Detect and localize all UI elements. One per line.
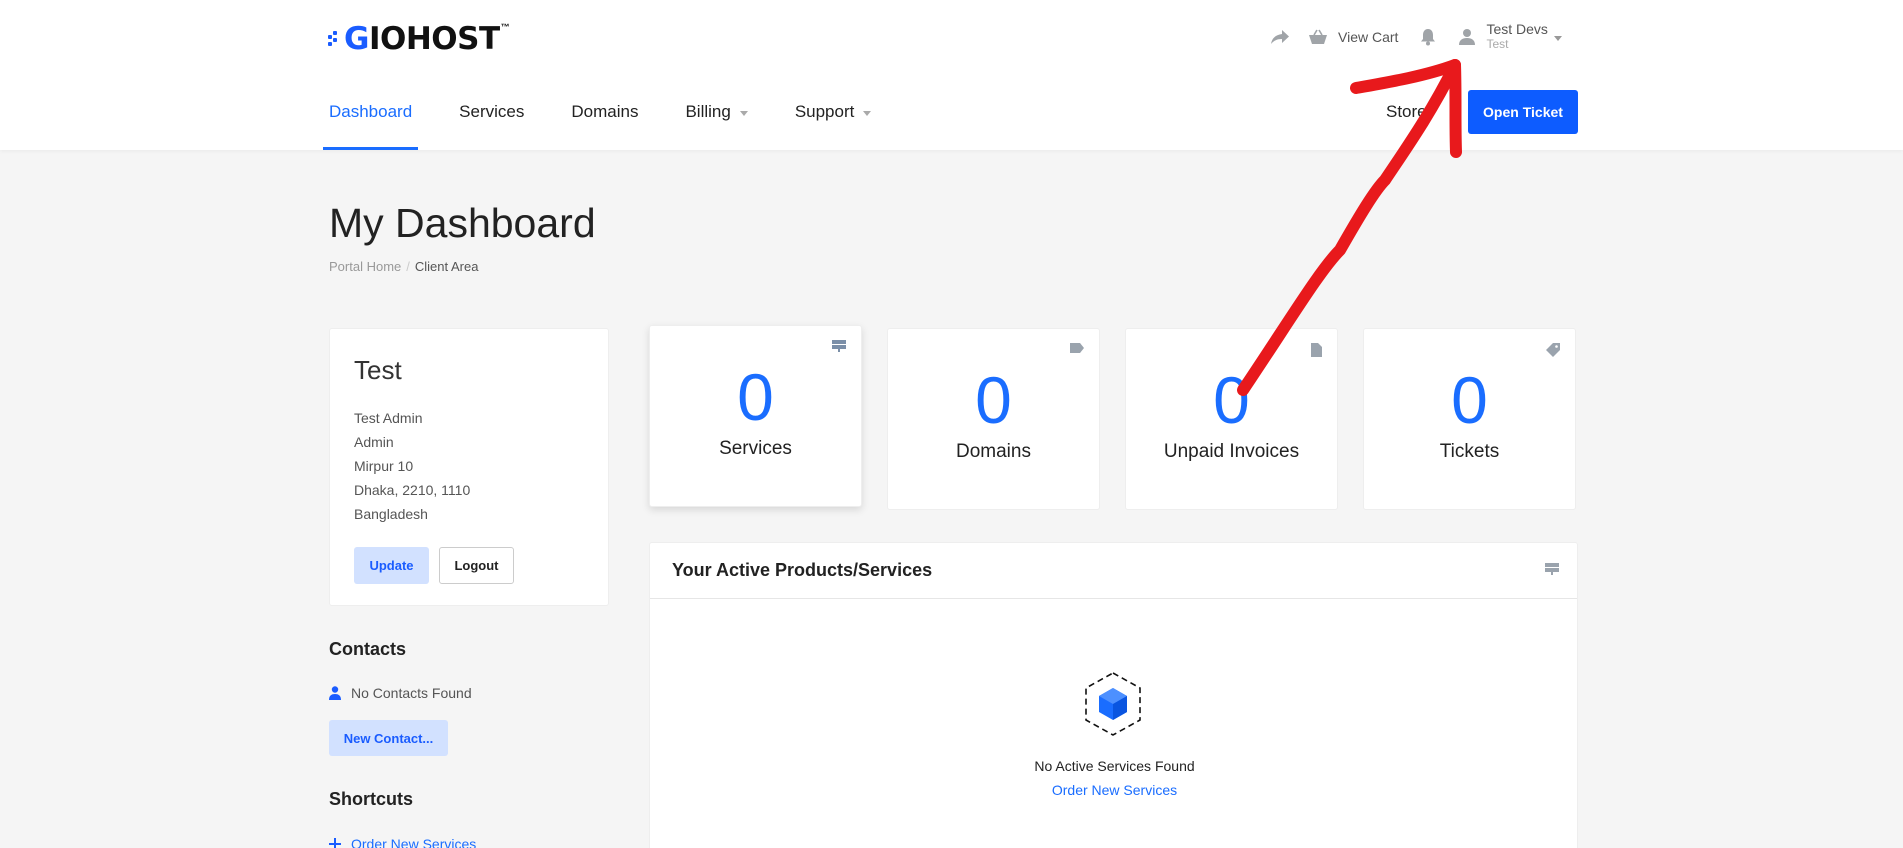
stat-value: 0 [1451,363,1488,437]
ticket-icon [1546,343,1560,357]
nav-store[interactable]: Store [1386,102,1427,122]
nav-support[interactable]: Support [789,90,878,150]
breadcrumb: Portal Home / Client Area [329,259,478,274]
contacts-heading: Contacts [329,639,407,659]
user-name: Test Devs [1486,21,1548,37]
stat-tile-unpaid-invoices[interactable]: 0 Unpaid Invoices [1125,328,1338,510]
stat-value: 0 [1213,363,1250,437]
stat-value: 0 [737,360,774,434]
profile-card: Test Test Admin Admin Mirpur 10 Dhaka, 2… [329,328,609,606]
profile-line: Admin [354,434,394,450]
profile-address: Test Admin Admin Mirpur 10 Dhaka, 2210, … [354,406,584,526]
breadcrumb-home[interactable]: Portal Home [329,259,401,274]
order-new-services-shortcut[interactable]: Order New Services [329,836,476,848]
stat-tile-services[interactable]: 0 Services [649,325,862,507]
chevron-down-icon [1553,35,1562,41]
logout-button[interactable]: Logout [439,547,514,584]
main-nav: Dashboard Services Domains Billing Suppo… [323,90,912,150]
stat-label: Services [719,438,792,459]
profile-line: Bangladesh [354,506,428,522]
brand-logo[interactable]: GIOHOST ™ [328,21,510,57]
nav-services[interactable]: Services [453,90,530,150]
shortcuts-heading: Shortcuts [329,789,414,809]
profile-line: Test Admin [354,410,423,426]
chevron-down-icon [863,111,872,116]
header-utilities: View Cart Test Devs Test [1270,19,1562,55]
stat-tile-tickets[interactable]: 0 Tickets [1363,328,1576,510]
stat-label: Domains [956,441,1031,462]
update-button[interactable]: Update [354,547,429,584]
page-title: My Dashboard [329,200,596,246]
no-contacts-message: No Contacts Found [329,685,472,701]
order-new-services-link[interactable]: Order New Services [650,782,1579,798]
server-icon [1545,563,1559,575]
user-icon [329,686,341,700]
document-icon [1311,343,1322,357]
user-menu[interactable]: Test Devs Test [1458,21,1562,52]
view-cart-label: View Cart [1338,29,1399,45]
logo-trademark: ™ [500,22,510,32]
cube-icon [1085,672,1141,736]
stat-value: 0 [975,363,1012,437]
tag-icon [1070,343,1084,353]
panel-title: Your Active Products/Services [672,560,933,580]
new-contact-button[interactable]: New Contact... [329,720,448,756]
logo-dots-icon [328,26,342,52]
share-icon[interactable] [1270,29,1290,45]
basket-icon [1309,29,1327,44]
nav-domains[interactable]: Domains [565,90,644,150]
breadcrumb-current: Client Area [414,259,479,274]
top-header: GIOHOST ™ View Cart Test Devs Test Dashb… [0,0,1903,150]
server-icon [832,340,846,352]
panel-header: Your Active Products/Services [650,543,1577,599]
stat-label: Unpaid Invoices [1163,441,1300,462]
logo-text: GIOHOST [344,21,500,57]
profile-line: Mirpur 10 [354,458,414,474]
view-cart-link[interactable]: View Cart [1308,29,1398,45]
nav-dashboard[interactable]: Dashboard [323,90,419,150]
open-ticket-button[interactable]: Open Ticket [1468,90,1578,134]
chevron-down-icon [739,111,748,116]
profile-line: Dhaka, 2210, 1110 [354,482,471,498]
user-icon [1459,29,1476,45]
breadcrumb-separator: / [406,259,410,274]
empty-state-message: No Active Services Found [1034,758,1195,774]
nav-billing[interactable]: Billing [679,90,753,150]
stat-tile-domains[interactable]: 0 Domains [887,328,1100,510]
stat-label: Tickets [1439,441,1500,462]
profile-name: Test [354,355,402,385]
user-subtitle: Test [1486,37,1509,51]
active-products-panel: Your Active Products/Services No Active … [649,542,1578,848]
basket-icon [329,838,341,848]
bell-icon[interactable] [1420,28,1436,46]
